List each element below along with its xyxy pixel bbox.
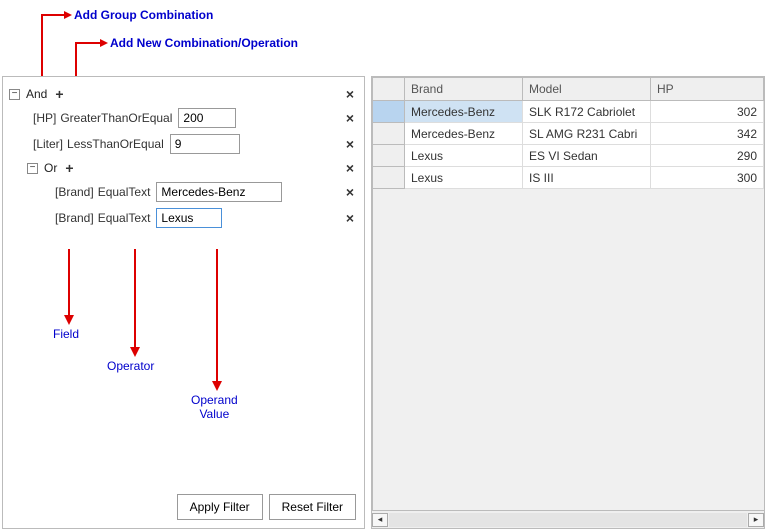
field-label[interactable]: [HP] — [33, 111, 56, 125]
value-input[interactable] — [156, 208, 222, 228]
filter-rule: [Brand] EqualText × — [55, 205, 358, 231]
reset-filter-button[interactable]: Reset Filter — [269, 494, 356, 520]
add-rule-button[interactable]: + — [55, 86, 63, 102]
value-input[interactable] — [178, 108, 236, 128]
row-header-corner — [373, 78, 405, 101]
column-header-hp[interactable]: HP — [651, 78, 764, 101]
close-icon[interactable]: × — [342, 110, 358, 126]
root-group-row: − And + × — [9, 83, 358, 105]
cell-brand[interactable]: Lexus — [405, 167, 523, 189]
grid-empty-area — [372, 189, 764, 510]
annotation-add-combo: Add New Combination/Operation — [110, 36, 298, 50]
close-icon[interactable]: × — [342, 160, 358, 176]
operator-label[interactable]: GreaterThanOrEqual — [60, 111, 172, 125]
value-input[interactable] — [170, 134, 240, 154]
cell-model[interactable]: SLK R172 Cabriolet — [523, 101, 651, 123]
annotation-operand-label: Operand Value — [191, 393, 238, 422]
table-row[interactable]: LexusES VI Sedan290 — [373, 145, 764, 167]
field-label[interactable]: [Liter] — [33, 137, 63, 151]
row-header-cell[interactable] — [373, 167, 405, 189]
cell-brand[interactable]: Mercedes-Benz — [405, 123, 523, 145]
cell-brand[interactable]: Lexus — [405, 145, 523, 167]
table-row[interactable]: Mercedes-BenzSL AMG R231 Cabri342 — [373, 123, 764, 145]
annotation-operator-label: Operator — [107, 359, 154, 373]
apply-filter-button[interactable]: Apply Filter — [177, 494, 263, 520]
column-header-model[interactable]: Model — [523, 78, 651, 101]
operator-label[interactable]: LessThanOrEqual — [67, 137, 164, 151]
filter-rule: [Liter] LessThanOrEqual × — [33, 131, 358, 157]
value-input[interactable] — [156, 182, 282, 202]
cell-hp[interactable]: 300 — [651, 167, 764, 189]
cell-hp[interactable]: 290 — [651, 145, 764, 167]
button-bar: Apply Filter Reset Filter — [3, 486, 364, 528]
annotation-add-group: Add Group Combination — [74, 8, 213, 22]
add-rule-button[interactable]: + — [65, 160, 73, 176]
annotation-field-arrow — [57, 245, 81, 325]
operator-label[interactable]: EqualText — [98, 211, 151, 225]
close-icon[interactable]: × — [342, 210, 358, 226]
column-header-brand[interactable]: Brand — [405, 78, 523, 101]
cell-hp[interactable]: 342 — [651, 123, 764, 145]
filter-rule: [HP] GreaterThanOrEqual × — [33, 105, 358, 131]
field-label[interactable]: [Brand] — [55, 185, 94, 199]
cell-hp[interactable]: 302 — [651, 101, 764, 123]
scroll-right-button[interactable]: ▸ — [748, 513, 764, 527]
annotation-operand-arrow — [205, 245, 229, 391]
filter-rule: [Brand] EqualText × — [55, 179, 358, 205]
annotation-field-label: Field — [53, 327, 79, 341]
close-icon[interactable]: × — [342, 184, 358, 200]
close-icon[interactable]: × — [342, 136, 358, 152]
row-header-cell[interactable] — [373, 123, 405, 145]
sub-group-row: − Or + × — [27, 157, 358, 179]
collapse-icon[interactable]: − — [9, 89, 20, 100]
results-table: Brand Model HP Mercedes-BenzSLK R172 Cab… — [372, 77, 764, 189]
row-header-cell[interactable] — [373, 101, 405, 123]
cell-model[interactable]: IS III — [523, 167, 651, 189]
root-combinator[interactable]: And — [26, 87, 47, 101]
sub-combinator[interactable]: Or — [44, 161, 57, 175]
scroll-track[interactable] — [389, 513, 747, 527]
annotation-operator-arrow — [123, 245, 147, 357]
collapse-icon[interactable]: − — [27, 163, 38, 174]
results-grid-panel: Brand Model HP Mercedes-BenzSLK R172 Cab… — [371, 76, 765, 529]
table-row[interactable]: Mercedes-BenzSLK R172 Cabriolet302 — [373, 101, 764, 123]
row-header-cell[interactable] — [373, 145, 405, 167]
cell-model[interactable]: ES VI Sedan — [523, 145, 651, 167]
cell-model[interactable]: SL AMG R231 Cabri — [523, 123, 651, 145]
filter-builder-panel: − And + × [HP] GreaterThanOrEqual × [Lit… — [2, 76, 365, 529]
horizontal-scrollbar[interactable]: ◂ ▸ — [372, 510, 764, 528]
operator-label[interactable]: EqualText — [98, 185, 151, 199]
close-icon[interactable]: × — [342, 86, 358, 102]
cell-brand[interactable]: Mercedes-Benz — [405, 101, 523, 123]
table-header-row: Brand Model HP — [373, 78, 764, 101]
scroll-left-button[interactable]: ◂ — [372, 513, 388, 527]
table-row[interactable]: LexusIS III300 — [373, 167, 764, 189]
field-label[interactable]: [Brand] — [55, 211, 94, 225]
